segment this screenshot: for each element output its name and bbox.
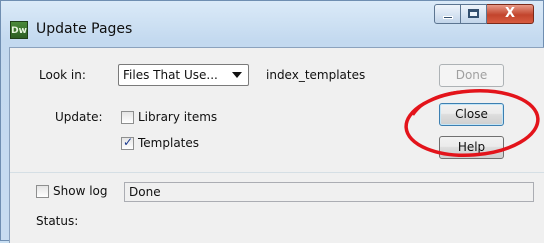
done-button[interactable]: Done bbox=[439, 64, 504, 87]
status-label: Status: bbox=[36, 214, 79, 228]
status-field: Done bbox=[124, 182, 534, 202]
window-title: Update Pages bbox=[36, 21, 133, 37]
title-bar[interactable]: Dw Update Pages X bbox=[1, 1, 543, 43]
caption-buttons: X bbox=[434, 4, 534, 26]
show-log-checkbox[interactable] bbox=[36, 185, 49, 198]
look-in-selected-value: Files That Use... bbox=[123, 68, 218, 82]
red-circle-annotation bbox=[404, 88, 540, 158]
minimize-button[interactable] bbox=[434, 4, 461, 24]
minimize-icon bbox=[443, 16, 453, 19]
window-close-button[interactable]: X bbox=[487, 4, 534, 24]
library-items-checkbox[interactable] bbox=[121, 111, 134, 124]
look-in-label: Look in: bbox=[39, 68, 86, 82]
divider bbox=[10, 172, 544, 173]
chevron-down-icon bbox=[232, 72, 242, 78]
show-log-label[interactable]: Show log bbox=[53, 184, 108, 198]
maximize-button[interactable] bbox=[461, 4, 487, 24]
library-items-label[interactable]: Library items bbox=[138, 110, 217, 124]
look-in-dropdown[interactable]: Files That Use... bbox=[118, 64, 249, 86]
update-label: Update: bbox=[55, 110, 103, 124]
close-icon: X bbox=[504, 6, 516, 21]
templates-checkbox[interactable]: ✓ bbox=[121, 135, 134, 150]
maximize-icon bbox=[468, 9, 479, 18]
checkmark-icon: ✓ bbox=[123, 135, 134, 149]
look-in-target-name: index_templates bbox=[266, 68, 366, 82]
dreamweaver-app-icon: Dw bbox=[10, 21, 28, 39]
templates-label[interactable]: Templates bbox=[138, 136, 199, 150]
status-field-value: Done bbox=[129, 185, 161, 199]
update-pages-dialog: Dw Update Pages X Look in: Files That Us… bbox=[0, 0, 544, 243]
